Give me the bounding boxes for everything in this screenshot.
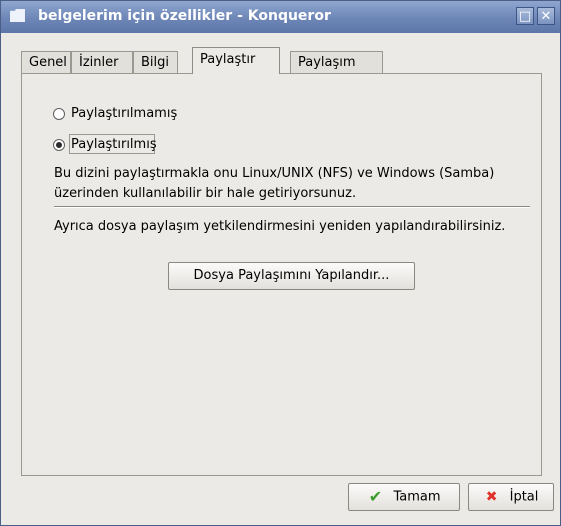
tab-bilgi[interactable]: Bilgi	[133, 51, 178, 73]
tab-label: Paylaşım	[298, 55, 356, 70]
share-description: Bu dizini paylaştırmakla onu Linux/UNIX …	[54, 166, 495, 201]
separator	[54, 206, 530, 208]
properties-dialog: belgelerim için özellikler - Konqueror □…	[0, 0, 561, 526]
radio-label: Paylaştırılmamış	[71, 106, 178, 121]
checkmark-icon: ✔	[368, 487, 383, 506]
button-label: İptal	[509, 489, 539, 505]
title-bar[interactable]: belgelerim için özellikler - Konqueror □…	[1, 1, 560, 33]
tab-paylasim[interactable]: Paylaşım	[290, 51, 383, 73]
ok-button[interactable]: ✔ Tamam	[348, 483, 460, 511]
close-button[interactable]: ✕	[537, 7, 555, 25]
tab-izinler[interactable]: İzinler	[71, 51, 133, 73]
x-icon: ✖	[485, 489, 498, 505]
config-hint: Ayrıca dosya paylaşım yetkilendirmesini …	[54, 219, 506, 234]
button-label: Tamam	[393, 489, 441, 505]
radio-label: Paylaştırılmış	[71, 137, 157, 152]
tab-paylastir[interactable]: Paylaştır	[192, 47, 280, 74]
tab-genel[interactable]: Genel	[21, 51, 71, 73]
cancel-button[interactable]: ✖ İptal	[468, 483, 554, 511]
tab-label: Genel	[29, 55, 67, 70]
tab-label: Bilgi	[141, 55, 170, 70]
tab-label: İzinler	[79, 55, 119, 70]
configure-sharing-button[interactable]: Dosya Paylaşımını Yapılandır...	[168, 262, 415, 290]
tab-label: Paylaştır	[200, 52, 256, 67]
window-title: belgelerim için özellikler - Konqueror	[38, 8, 331, 24]
maximize-button[interactable]: □	[516, 7, 534, 25]
button-label: Dosya Paylaşımını Yapılandır...	[193, 268, 390, 283]
share-panel: Paylaştırılmamış Paylaştırılmış Bu dizin…	[21, 73, 542, 476]
radio-button[interactable]	[53, 108, 65, 120]
folder-icon	[10, 9, 25, 22]
radio-button-checked[interactable]	[53, 139, 65, 151]
